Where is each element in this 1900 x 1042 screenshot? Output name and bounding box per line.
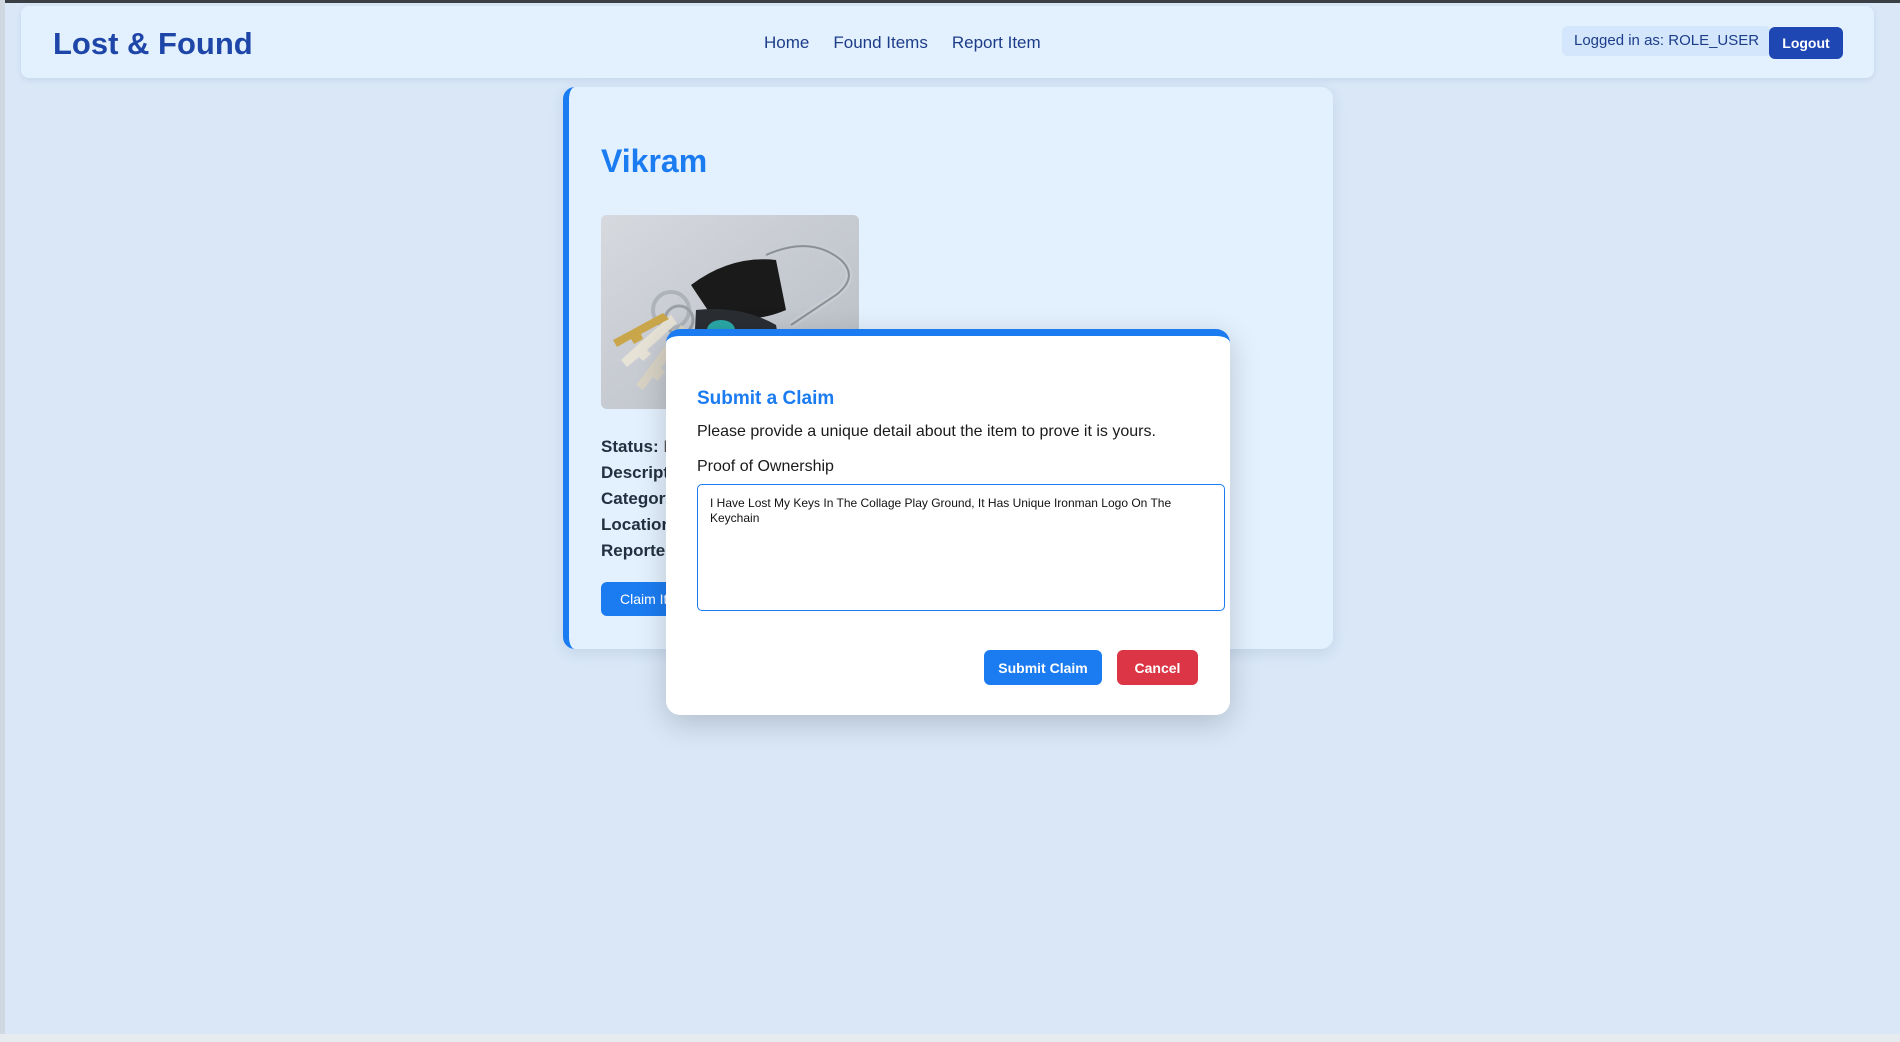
window-bottom-border [0,1034,1900,1042]
modal-description: Please provide a unique detail about the… [697,423,1156,440]
item-title: Vikram [601,143,708,179]
detail-status: Status: F [601,437,674,457]
detail-category-label: Category [601,489,675,508]
proof-of-ownership-label: Proof of Ownership [697,458,834,475]
window-left-border [0,0,5,1042]
nav-link-home[interactable]: Home [764,33,809,53]
detail-status-label: Status: [601,437,659,456]
proof-of-ownership-textarea[interactable]: I Have Lost My Keys In The Collage Play … [697,484,1225,611]
navbar: Lost & Found Home Found Items Report Ite… [21,6,1874,78]
modal-title: Submit a Claim [697,388,835,409]
detail-category: Category [601,489,675,509]
nav-link-found-items[interactable]: Found Items [833,33,928,53]
logged-in-badge: Logged in as: ROLE_USER [1562,26,1772,56]
claim-modal: Submit a Claim Please provide a unique d… [666,329,1230,715]
window-top-border [0,0,1900,3]
nav-links: Home Found Items Report Item [764,33,1041,53]
cancel-button[interactable]: Cancel [1117,650,1198,685]
nav-link-report-item[interactable]: Report Item [952,33,1041,53]
detail-location-label: Location [601,515,672,534]
logout-button[interactable]: Logout [1769,27,1843,59]
brand-logo[interactable]: Lost & Found [53,26,253,62]
detail-description-label: Descript [601,463,670,482]
detail-location: Location [601,515,672,535]
detail-reported-label: Reportec [601,541,675,560]
detail-description: Descript [601,463,669,483]
detail-reported: Reportec [601,541,675,561]
submit-claim-button[interactable]: Submit Claim [984,650,1102,685]
